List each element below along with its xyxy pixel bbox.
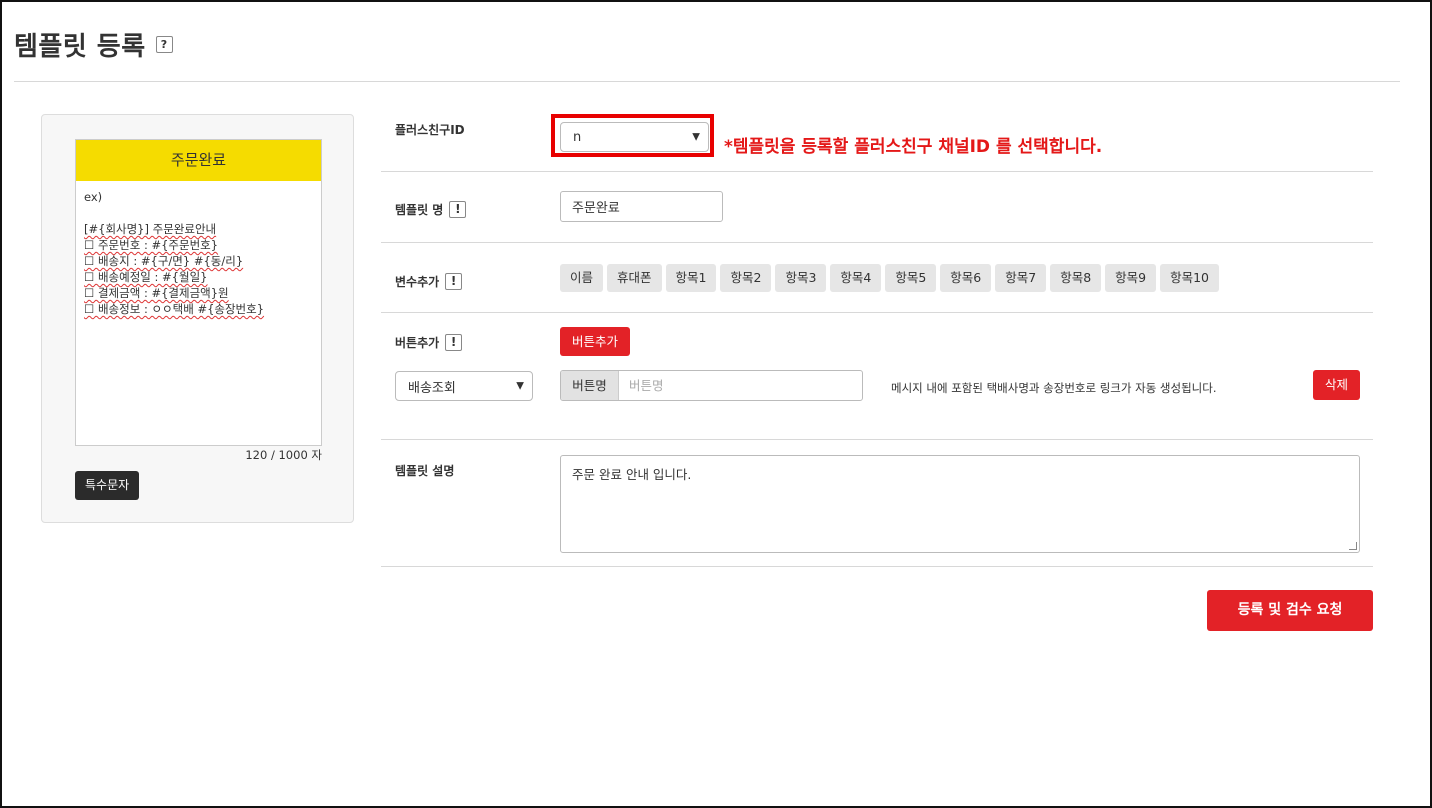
variable-button-item2[interactable]: 항목2 xyxy=(720,264,772,292)
template-name-input[interactable]: 주문완료 xyxy=(560,191,723,222)
add-button-button[interactable]: 버튼추가 xyxy=(560,327,630,356)
row-divider xyxy=(381,439,1373,440)
preview-line: ex) xyxy=(84,190,103,204)
page-title-text: 템플릿 등록 xyxy=(14,32,146,62)
preview-line: ☐ 결제금액 : #{결제금액}원 xyxy=(84,286,229,300)
button-name-input[interactable]: 버튼명 xyxy=(619,371,862,400)
variable-button-item4[interactable]: 항목4 xyxy=(830,264,882,292)
row-divider xyxy=(381,171,1373,172)
special-chars-button[interactable]: 특수문자 xyxy=(75,471,140,500)
buttons-label: 버튼추가 ! xyxy=(395,334,463,351)
row-divider xyxy=(381,566,1373,567)
preview-line: ☐ 배송예정일 : #{월일} xyxy=(84,270,208,284)
preview-line: ☐ 배송정보 : ㅇㅇ택배 #{송장번호} xyxy=(84,302,265,316)
button-name-group: 버튼명 버튼명 xyxy=(560,370,863,401)
channel-note: *템플릿을 등록할 플러스친구 채널ID 를 선택합니다. xyxy=(724,137,1103,157)
variables-label-text: 변수추가 xyxy=(395,275,440,289)
resize-handle-icon[interactable] xyxy=(1349,542,1357,550)
row-divider xyxy=(381,312,1373,313)
variable-button-item5[interactable]: 항목5 xyxy=(885,264,937,292)
description-label: 템플릿 설명 xyxy=(395,464,455,478)
buttons-label-text: 버튼추가 xyxy=(395,336,440,350)
info-icon[interactable]: ! xyxy=(445,273,463,290)
variable-button-phone[interactable]: 휴대폰 xyxy=(607,264,662,292)
row-divider xyxy=(381,242,1373,243)
page-title: 템플릿 등록 ? xyxy=(14,26,173,63)
preview-line xyxy=(84,205,313,221)
description-textarea[interactable]: 주문 완료 안내 입니다. xyxy=(560,455,1360,553)
variable-button-item6[interactable]: 항목6 xyxy=(940,264,992,292)
char-count: 120 / 1000 자 xyxy=(245,448,322,462)
info-icon[interactable]: ! xyxy=(449,201,467,218)
preview-line: ☐ 주문번호 : #{주문번호} xyxy=(84,238,219,252)
variable-button-item10[interactable]: 항목10 xyxy=(1160,264,1220,292)
help-icon[interactable]: ? xyxy=(155,36,173,53)
chevron-down-icon: ▼ xyxy=(692,131,700,143)
chevron-down-icon: ▼ xyxy=(516,380,524,392)
preview-header: 주문완료 xyxy=(76,140,321,181)
preview-body: ex) [#{회사명}] 주문완료안내 ☐ 주문번호 : #{주문번호} ☐ 배… xyxy=(76,181,321,325)
variable-button-item3[interactable]: 항목3 xyxy=(775,264,827,292)
channel-label: 플러스친구ID xyxy=(395,123,465,137)
channel-select[interactable]: n ▼ xyxy=(560,122,709,152)
button-type-select[interactable]: 배송조회 ▼ xyxy=(395,371,533,401)
button-type-value: 배송조회 xyxy=(408,380,456,396)
title-divider xyxy=(14,81,1400,82)
preview-panel: 주문완료 ex) [#{회사명}] 주문완료안내 ☐ 주문번호 : #{주문번호… xyxy=(41,114,354,523)
preview-line: ☐ 배송지 : #{구/면} #{동/리} xyxy=(84,254,244,268)
submit-review-button[interactable]: 등록 및 검수 요청 xyxy=(1207,590,1373,631)
variable-button-item1[interactable]: 항목1 xyxy=(665,264,717,292)
variable-buttons: 이름 휴대폰 항목1 항목2 항목3 항목4 항목5 항목6 항목7 항목8 항… xyxy=(560,264,1220,292)
variables-label: 변수추가 ! xyxy=(395,273,463,290)
info-icon[interactable]: ! xyxy=(445,334,463,351)
message-preview: 주문완료 ex) [#{회사명}] 주문완료안내 ☐ 주문번호 : #{주문번호… xyxy=(75,139,322,446)
link-note: 메시지 내에 포함된 택배사명과 송장번호로 링크가 자동 생성됩니다. xyxy=(891,381,1217,395)
delete-button[interactable]: 삭제 xyxy=(1313,370,1360,400)
variable-button-item7[interactable]: 항목7 xyxy=(995,264,1047,292)
template-name-label: 템플릿 명 ! xyxy=(395,201,467,218)
variable-button-item9[interactable]: 항목9 xyxy=(1105,264,1157,292)
template-name-label-text: 템플릿 명 xyxy=(395,203,444,217)
channel-select-value: n xyxy=(573,129,582,145)
preview-line: [#{회사명}] 주문완료안내 xyxy=(84,222,217,236)
description-text: 주문 완료 안내 입니다. xyxy=(572,467,692,482)
variable-button-name[interactable]: 이름 xyxy=(560,264,604,292)
button-name-addon: 버튼명 xyxy=(561,371,619,400)
variable-button-item8[interactable]: 항목8 xyxy=(1050,264,1102,292)
